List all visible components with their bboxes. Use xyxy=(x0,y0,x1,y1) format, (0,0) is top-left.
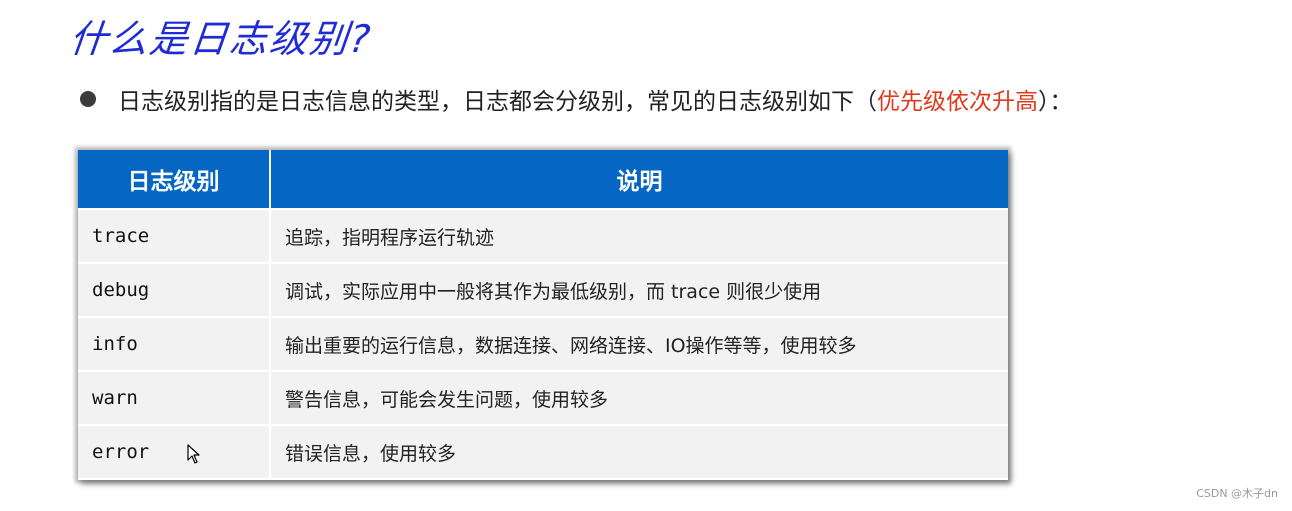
bullet-paragraph: 日志级别指的是日志信息的类型，日志都会分级别，常见的日志级别如下（ 优先级依次升… xyxy=(80,82,1073,116)
header-level: 日志级别 xyxy=(78,150,271,209)
level-cell: trace xyxy=(78,208,271,263)
table-row: error 错误信息，使用较多 xyxy=(78,424,1008,478)
description-cell: 调试，实际应用中一般将其作为最低级别，而 trace 则很少使用 xyxy=(270,262,1008,317)
description-cell: 错误信息，使用较多 xyxy=(270,424,1008,478)
level-cell: warn xyxy=(78,370,271,425)
page-title: 什么是日志级别? xyxy=(67,17,375,61)
bullet-dot-icon xyxy=(80,91,96,107)
table-row: warn 警告信息，可能会发生问题，使用较多 xyxy=(78,370,1008,425)
description-cell: 追踪，指明程序运行轨迹 xyxy=(270,208,1008,263)
description-cell: 输出重要的运行信息，数据连接、网络连接、IO操作等等，使用较多 xyxy=(270,316,1008,371)
table-header-row: 日志级别 说明 xyxy=(78,150,1008,209)
log-level-table: 日志级别 说明 trace 追踪，指明程序运行轨迹 debug 调试，实际应用中… xyxy=(78,150,1008,480)
table-row: trace 追踪，指明程序运行轨迹 xyxy=(78,208,1008,263)
bullet-text: 日志级别指的是日志信息的类型，日志都会分级别，常见的日志级别如下（ xyxy=(118,89,877,115)
description-cell: 警告信息，可能会发生问题，使用较多 xyxy=(270,370,1008,425)
header-description: 说明 xyxy=(270,150,1008,209)
mouse-cursor-icon xyxy=(187,444,200,464)
level-cell: error xyxy=(78,424,271,478)
table-row: debug 调试，实际应用中一般将其作为最低级别，而 trace 则很少使用 xyxy=(78,262,1008,317)
watermark: CSDN @木子dn xyxy=(1196,487,1278,500)
bullet-suffix: ）： xyxy=(1038,89,1073,115)
level-cell: info xyxy=(78,316,271,371)
level-cell: debug xyxy=(78,262,271,317)
bullet-highlight: 优先级依次升高 xyxy=(877,89,1038,115)
table-row: info 输出重要的运行信息，数据连接、网络连接、IO操作等等，使用较多 xyxy=(78,316,1008,371)
